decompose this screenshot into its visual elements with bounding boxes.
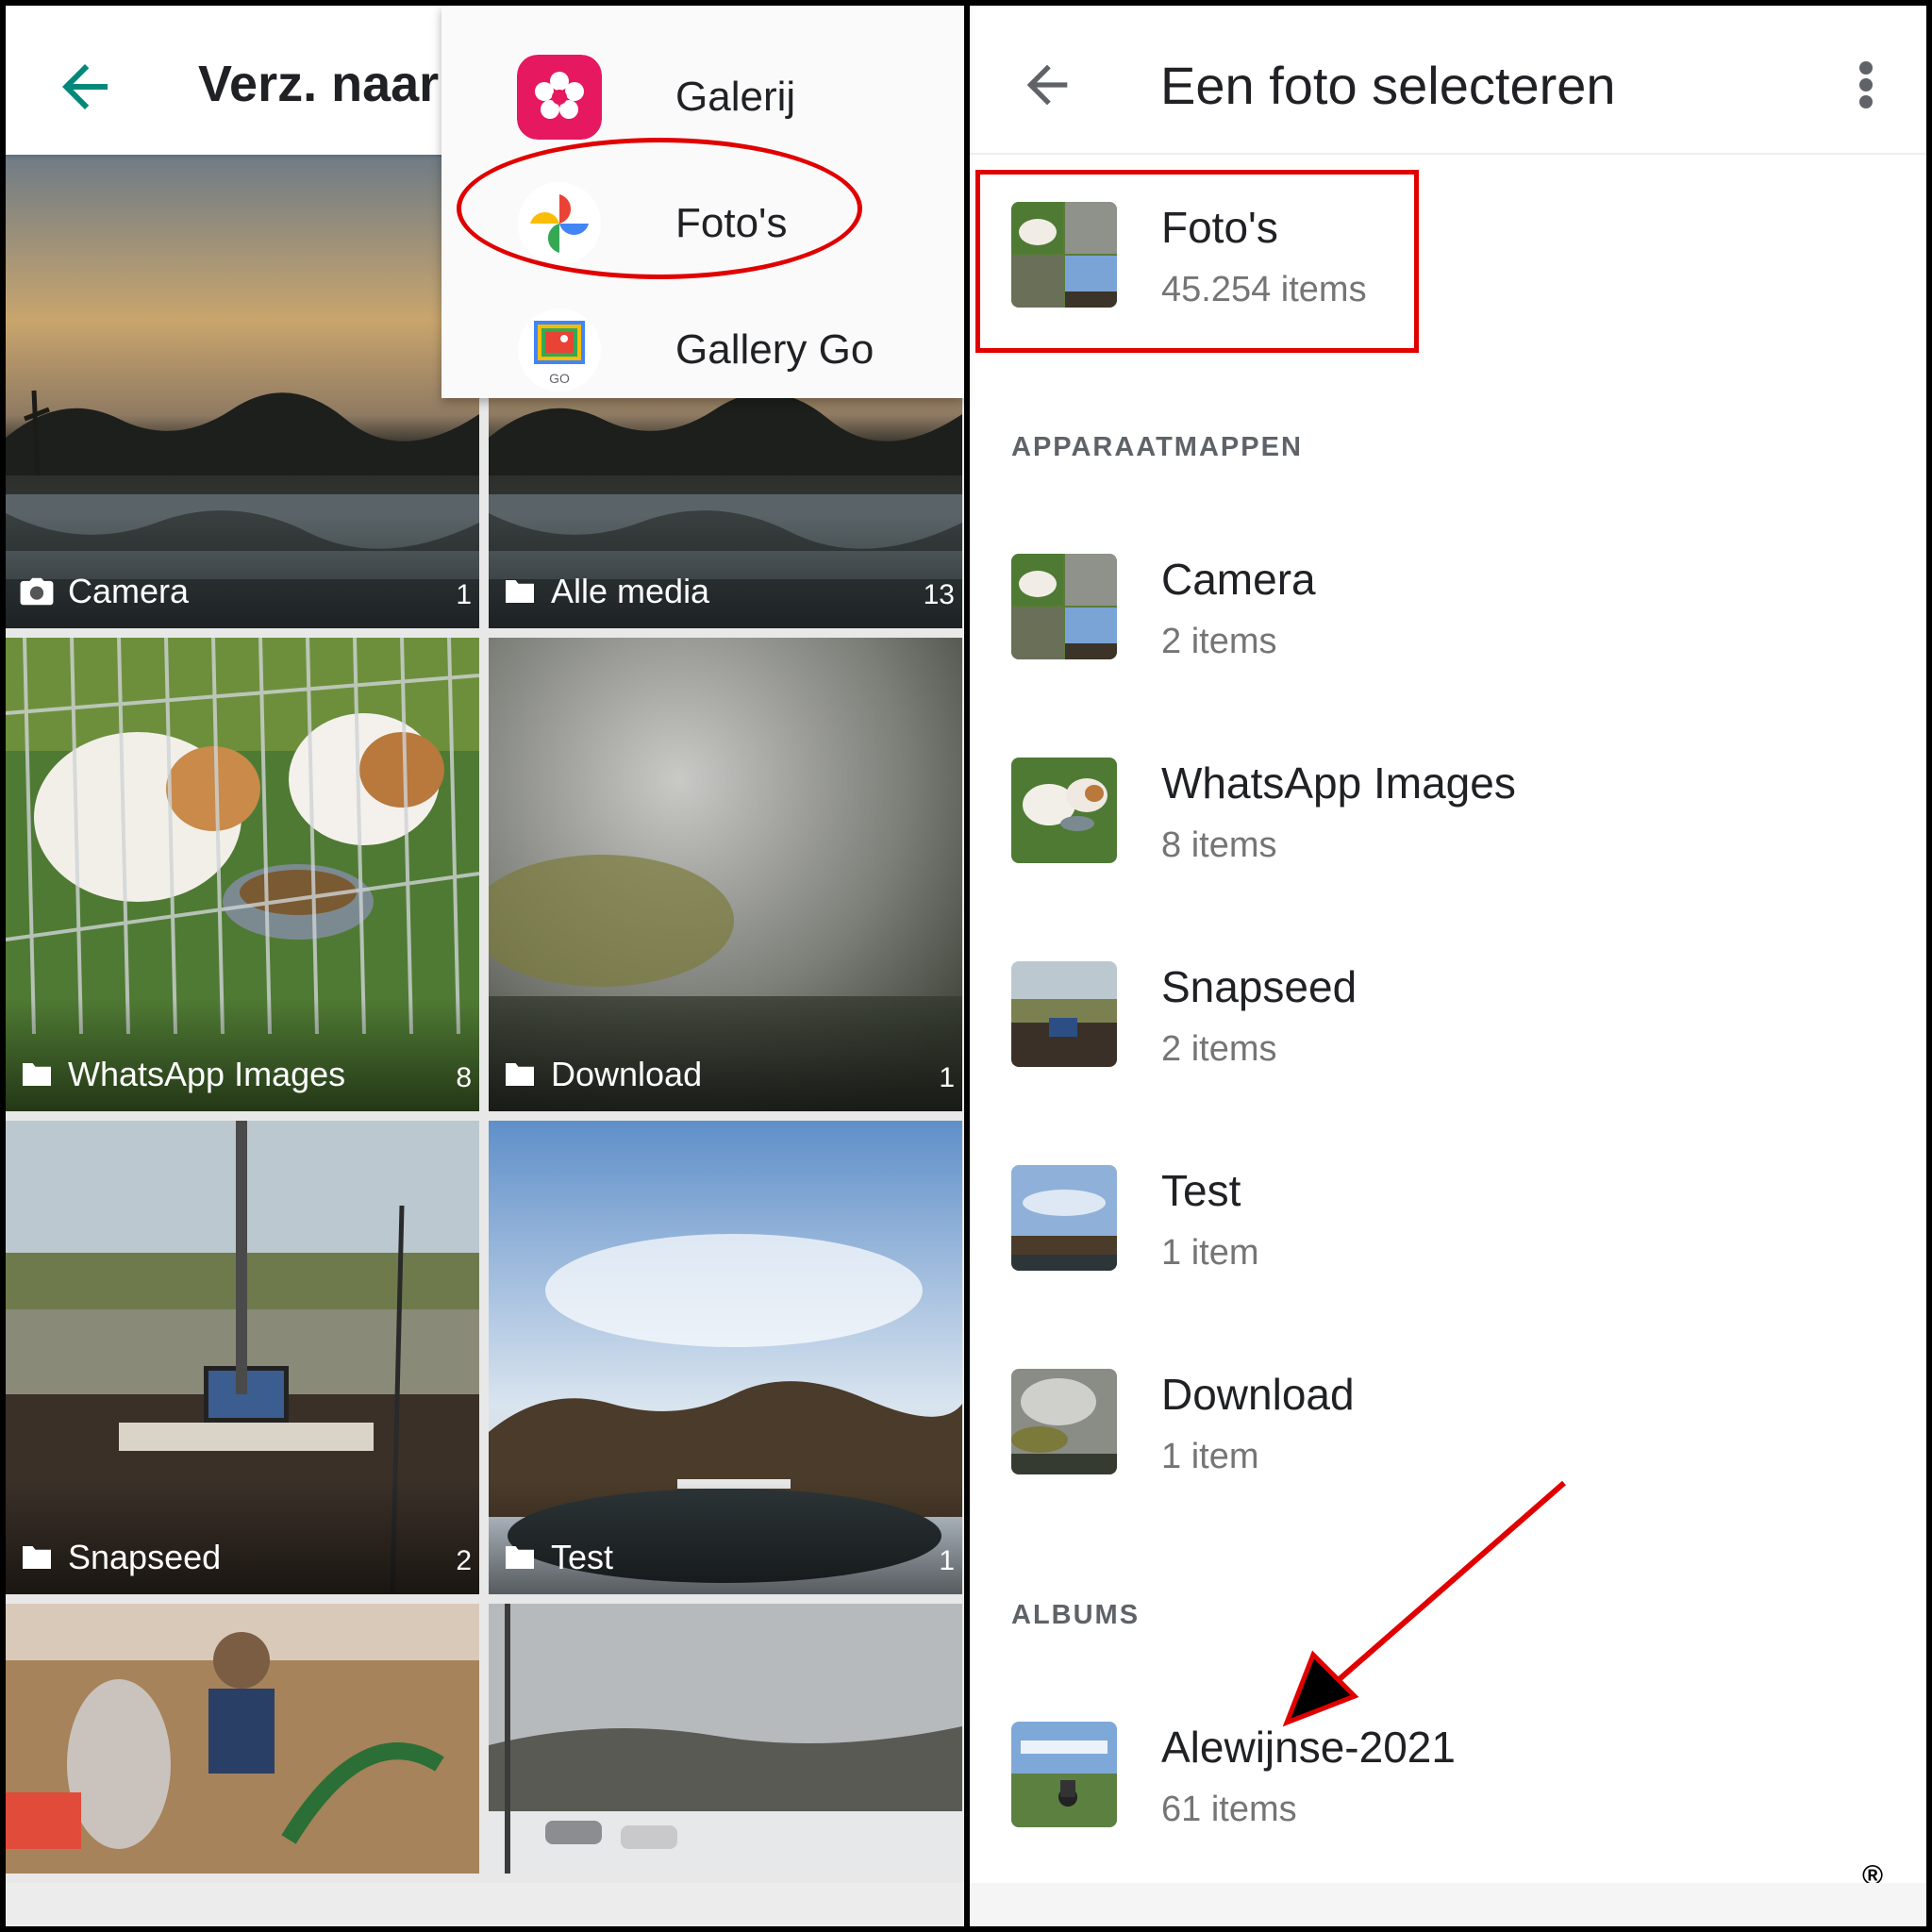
nav-bar bbox=[970, 1883, 1926, 1926]
menu-item-label: Galerij bbox=[675, 74, 796, 120]
folder-icon bbox=[506, 1063, 534, 1086]
item-thumbnail bbox=[1011, 554, 1117, 659]
item-count: 1 item bbox=[1161, 1233, 1259, 1273]
snowy-street-photo bbox=[489, 1604, 962, 1874]
folder-icon bbox=[506, 580, 534, 603]
photo-picker-panel: Een foto selecteren Foto's 45.254 items … bbox=[970, 6, 1926, 1926]
item-count: 1 item bbox=[1161, 1437, 1259, 1476]
item-count: 61 items bbox=[1161, 1790, 1297, 1829]
album-label: Snapseed bbox=[68, 1538, 222, 1576]
album-count: 1 bbox=[939, 1545, 955, 1576]
item-thumbnail bbox=[1011, 1369, 1117, 1474]
item-count: 8 items bbox=[1161, 825, 1277, 865]
camera-icon bbox=[20, 577, 54, 606]
album-tile-camera[interactable]: Camera 1 bbox=[6, 155, 479, 628]
gallery-go-icon: GO bbox=[518, 308, 601, 391]
gallery-go-badge: GO bbox=[549, 371, 570, 386]
item-count: 2 items bbox=[1161, 622, 1277, 661]
album-tile-whatsapp-images[interactable]: WhatsApp Images 8 bbox=[6, 638, 479, 1111]
menu-item-label: Gallery Go bbox=[675, 326, 874, 373]
item-thumbnail bbox=[1011, 961, 1117, 1067]
kids-playing-photo bbox=[6, 1604, 479, 1874]
galerij-app-icon bbox=[517, 55, 602, 140]
folder-icon bbox=[23, 1063, 51, 1086]
item-thumbnail bbox=[1011, 1165, 1117, 1271]
item-thumbnail bbox=[1011, 758, 1117, 863]
album-count: 1 bbox=[456, 579, 472, 610]
album-label: Alle media bbox=[551, 572, 710, 610]
folder-icon bbox=[23, 1546, 51, 1569]
section-header-device-folders: APPARAATMAPPEN bbox=[1011, 432, 1303, 462]
album-label: Test bbox=[551, 1538, 614, 1576]
item-name: Camera bbox=[1161, 555, 1316, 604]
red-highlight-circle bbox=[457, 138, 862, 279]
folder-item-camera[interactable]: Camera 2 items bbox=[970, 527, 1926, 697]
album-tile-download[interactable]: Download 1 bbox=[489, 638, 962, 1111]
folder-item-snapseed[interactable]: Snapseed 2 items bbox=[970, 935, 1926, 1105]
right-app-bar: Een foto selecteren bbox=[970, 6, 1926, 155]
item-count: 2 items bbox=[1161, 1029, 1277, 1069]
album-count: 8 bbox=[456, 1062, 472, 1093]
album-tile-snapseed[interactable]: Snapseed 2 bbox=[6, 1121, 479, 1594]
back-arrow-icon[interactable] bbox=[51, 53, 119, 121]
item-thumbnail bbox=[1011, 1722, 1117, 1827]
album-count: 2 bbox=[456, 1545, 472, 1576]
red-pointer-arrow bbox=[1282, 1480, 1566, 1727]
folder-item-test[interactable]: Test 1 item bbox=[970, 1139, 1926, 1308]
section-header-albums: ALBUMS bbox=[1011, 1600, 1141, 1630]
page-title: Een foto selecteren bbox=[1160, 56, 1616, 115]
album-label: Download bbox=[551, 1055, 703, 1093]
item-name: Snapseed bbox=[1161, 962, 1357, 1011]
red-highlight-box bbox=[975, 170, 1419, 353]
album-count: 13 bbox=[923, 579, 955, 610]
album-tile-test[interactable]: Test 1 bbox=[489, 1121, 962, 1594]
album-tile-kids[interactable] bbox=[6, 1604, 479, 1874]
screenshot-frame: Verz. naar Camera 1 Alle media 13 WhatsA… bbox=[0, 0, 1932, 1932]
back-arrow-icon[interactable] bbox=[1017, 55, 1077, 115]
folder-icon bbox=[506, 1546, 534, 1569]
nav-bar bbox=[6, 1883, 964, 1926]
item-name: Test bbox=[1161, 1166, 1241, 1215]
album-label: WhatsApp Images bbox=[68, 1055, 346, 1093]
page-title: Verz. naar bbox=[198, 56, 440, 112]
album-label: Camera bbox=[68, 572, 190, 610]
menu-item-galerij[interactable]: Galerij bbox=[441, 25, 964, 151]
item-name: Download bbox=[1161, 1370, 1355, 1419]
more-vert-icon[interactable] bbox=[1857, 60, 1875, 109]
album-tile-snow[interactable] bbox=[489, 1604, 962, 1874]
folder-item-whatsapp-images[interactable]: WhatsApp Images 8 items bbox=[970, 731, 1926, 901]
album-count: 1 bbox=[939, 1062, 955, 1093]
menu-item-gallery-go[interactable]: GO Gallery Go bbox=[441, 277, 964, 404]
item-name: WhatsApp Images bbox=[1161, 758, 1516, 808]
